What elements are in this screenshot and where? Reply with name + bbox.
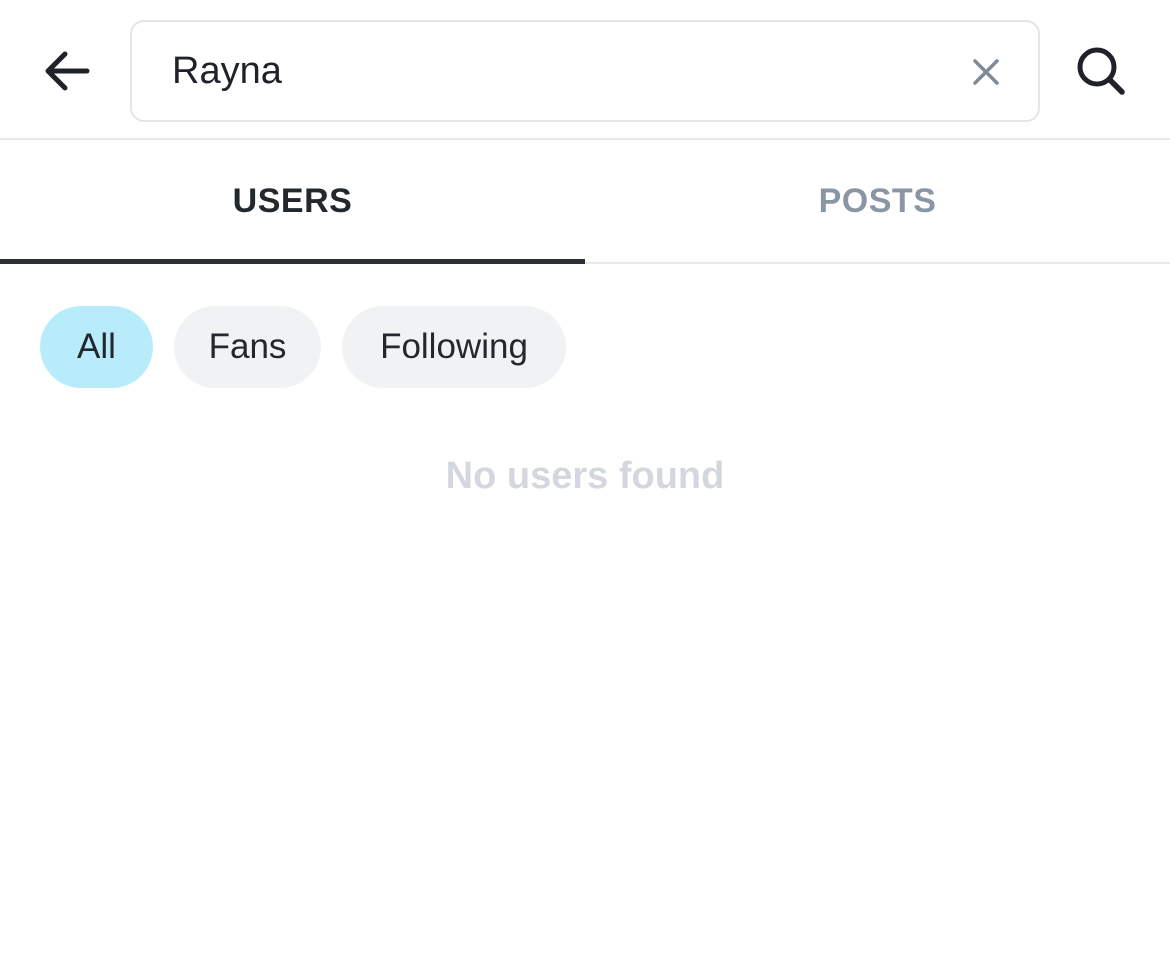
filter-chip-fans[interactable]: Fans <box>174 306 321 388</box>
active-tab-indicator <box>0 259 585 264</box>
filter-chips: All Fans Following <box>40 306 566 388</box>
tab-users[interactable]: USERS <box>0 140 585 264</box>
tab-users-label: USERS <box>232 181 353 220</box>
search-input[interactable] <box>172 22 932 120</box>
close-icon <box>973 59 999 85</box>
result-tabs: USERS POSTS <box>0 140 1170 264</box>
search-header <box>0 0 1170 140</box>
search-icon <box>1077 47 1125 95</box>
tab-posts[interactable]: POSTS <box>585 140 1170 262</box>
search-box <box>130 20 1040 122</box>
clear-search-button[interactable] <box>964 50 1008 94</box>
search-button[interactable] <box>1070 40 1132 102</box>
arrow-left-icon <box>45 51 90 91</box>
back-button[interactable] <box>36 41 98 101</box>
empty-results-message: No users found <box>445 455 725 497</box>
search-screen: USERS POSTS All Fans Following No users … <box>0 0 1170 955</box>
tab-posts-label: POSTS <box>818 181 937 220</box>
filter-chip-all[interactable]: All <box>40 306 153 388</box>
filter-chip-following[interactable]: Following <box>342 306 566 388</box>
